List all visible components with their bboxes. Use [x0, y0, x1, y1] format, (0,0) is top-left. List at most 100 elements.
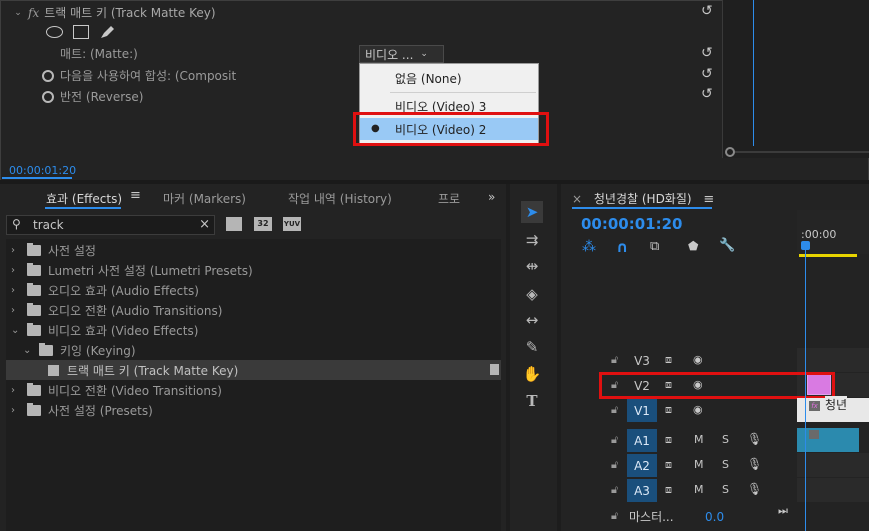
sync-lock-icon[interactable]: ⧈: [665, 458, 672, 472]
clear-icon[interactable]: ×: [199, 217, 210, 232]
type-tool-icon[interactable]: T: [521, 390, 543, 412]
pen-tool-icon[interactable]: ✎: [521, 336, 543, 358]
effect-controls-timeline-area[interactable]: [723, 0, 869, 158]
tree-item-keying[interactable]: ⌄ 키잉 (Keying): [6, 340, 501, 360]
linked-selection-icon[interactable]: ⧉: [650, 239, 659, 254]
yuv-effects-icon[interactable]: YUV: [283, 217, 301, 231]
master-volume-value[interactable]: 0.0: [705, 510, 724, 524]
hand-tool-icon[interactable]: ✋: [521, 363, 543, 385]
search-input[interactable]: [33, 217, 193, 233]
clip-v1-label: 청년: [825, 396, 848, 413]
chevron-down-icon[interactable]: ⌄: [12, 8, 24, 18]
zoom-scrollbar[interactable]: [735, 151, 869, 153]
microphone-icon[interactable]: 🎙︎: [747, 457, 762, 471]
ripple-edit-tool-icon[interactable]: ⇹: [521, 255, 543, 277]
sync-lock-icon[interactable]: ⧈: [665, 483, 672, 497]
work-area-bar[interactable]: [799, 254, 857, 257]
effects-search-box[interactable]: ⚲ ×: [6, 215, 215, 235]
tree-item-presets[interactable]: › 사전 설정 (Presets): [6, 400, 501, 420]
mute-button[interactable]: M: [694, 433, 704, 446]
lock-icon[interactable]: 🔓︎: [611, 433, 618, 447]
preset-folder-icon: [27, 402, 41, 416]
tab-markers[interactable]: 마커 (Markers): [163, 190, 246, 207]
panel-menu-icon[interactable]: ≡: [703, 192, 714, 207]
rectangle-mask-icon[interactable]: [73, 25, 89, 39]
tab-history[interactable]: 작업 내역 (History): [288, 190, 392, 207]
microphone-icon[interactable]: 🎙︎: [747, 482, 762, 496]
microphone-icon[interactable]: 🎙︎: [747, 432, 762, 446]
slip-tool-icon[interactable]: ↔: [521, 309, 543, 331]
reset-icon[interactable]: ↺: [701, 3, 713, 19]
mute-button[interactable]: M: [694, 483, 704, 496]
tree-item-audio-transitions[interactable]: › 오디오 전환 (Audio Transitions): [6, 300, 501, 320]
go-to-end-icon[interactable]: ⏭: [778, 504, 788, 518]
eye-icon[interactable]: ◉: [693, 353, 703, 366]
track-area-a3[interactable]: [797, 478, 869, 502]
track-label-a2[interactable]: A2: [627, 454, 657, 477]
accelerated-effects-icon[interactable]: [226, 217, 242, 231]
tree-item-label: 오디오 전환 (Audio Transitions): [48, 303, 223, 318]
fx-badge[interactable]: fx: [28, 6, 39, 20]
sync-lock-icon[interactable]: ⧈: [665, 403, 672, 417]
timeline-timecode[interactable]: 00:00:01:20: [581, 215, 683, 233]
mute-button[interactable]: M: [694, 458, 704, 471]
track-area-v3[interactable]: [797, 348, 869, 372]
solo-button[interactable]: S: [722, 433, 729, 446]
close-icon[interactable]: ×: [572, 192, 582, 206]
wrench-settings-icon[interactable]: 🔧: [719, 238, 735, 253]
track-select-tool-icon[interactable]: ⇉: [521, 229, 543, 251]
active-tab-underline: [45, 207, 121, 209]
tab-project[interactable]: 프로: [438, 190, 460, 207]
razor-tool-icon[interactable]: ◈: [521, 283, 543, 305]
stopwatch-icon[interactable]: [42, 69, 54, 82]
tree-item-presets-ko[interactable]: › 사전 설정: [6, 240, 501, 260]
lock-icon[interactable]: 🔓︎: [611, 353, 618, 367]
tree-item-video-effects[interactable]: ⌄ 비디오 효과 (Video Effects): [6, 320, 501, 340]
eye-icon[interactable]: ◉: [693, 403, 703, 416]
panel-menu-icon[interactable]: ≡: [130, 188, 141, 203]
lock-icon[interactable]: 🔓︎: [611, 483, 618, 497]
add-marker-icon[interactable]: ⬟: [688, 239, 698, 253]
effect-controls-timecode[interactable]: 00:00:01:20: [9, 164, 76, 177]
effect-header-row[interactable]: ⌄ fx 트랙 매트 키 (Track Matte Key): [0, 2, 722, 23]
tree-item-video-transitions[interactable]: › 비디오 전환 (Video Transitions): [6, 380, 501, 400]
selection-tool-icon[interactable]: ➤: [521, 201, 543, 223]
sync-lock-icon[interactable]: ⧈: [665, 433, 672, 447]
tree-item-lumetri-presets[interactable]: › Lumetri 사전 설정 (Lumetri Presets): [6, 260, 501, 280]
lock-icon[interactable]: 🔓︎: [611, 458, 618, 472]
track-label-v1[interactable]: V1: [627, 399, 657, 422]
overflow-tabs-icon[interactable]: »: [488, 190, 495, 204]
track-label-a1[interactable]: A1: [627, 429, 657, 452]
zoom-handle[interactable]: [725, 147, 735, 157]
track-area-a2[interactable]: [797, 453, 869, 477]
solo-button[interactable]: S: [722, 458, 729, 471]
panel-focus-underline: [2, 177, 72, 179]
reset-icon[interactable]: ↺: [701, 86, 713, 102]
nest-icon[interactable]: ⁂: [582, 239, 596, 255]
ellipse-mask-icon[interactable]: [46, 26, 63, 38]
pen-mask-icon[interactable]: [98, 24, 116, 40]
clip-a1-audio[interactable]: [797, 428, 859, 452]
sequence-tab[interactable]: × 청년경찰 (HD화질) ≡: [572, 190, 714, 207]
sync-lock-icon[interactable]: ⧈: [665, 353, 672, 367]
reset-icon[interactable]: ↺: [701, 45, 713, 61]
playhead-line: [753, 0, 754, 146]
menu-item-none[interactable]: 없음 (None): [360, 67, 538, 89]
lock-icon[interactable]: 🔓︎: [611, 509, 618, 523]
32bit-effects-icon[interactable]: 32: [254, 217, 272, 231]
folder-icon: [27, 322, 41, 336]
stopwatch-icon[interactable]: [42, 90, 54, 103]
matte-dropdown[interactable]: 비디오 ... ⌄: [359, 45, 444, 63]
track-label-a3[interactable]: A3: [627, 479, 657, 502]
tree-item-audio-effects[interactable]: › 오디오 효과 (Audio Effects): [6, 280, 501, 300]
track-label-v3[interactable]: V3: [627, 349, 657, 372]
tree-item-track-matte-key[interactable]: 트랙 매트 키 (Track Matte Key): [6, 360, 501, 380]
tree-item-label: 사전 설정 (Presets): [48, 403, 153, 418]
tab-effects[interactable]: 효과 (Effects): [46, 190, 122, 207]
reset-icon[interactable]: ↺: [701, 66, 713, 82]
solo-button[interactable]: S: [722, 483, 729, 496]
lock-icon[interactable]: 🔓︎: [611, 403, 618, 417]
playhead-handle[interactable]: [801, 241, 810, 250]
snap-magnet-icon[interactable]: ∩: [616, 238, 628, 256]
sequence-name: 청년경찰 (HD화질): [593, 192, 692, 206]
